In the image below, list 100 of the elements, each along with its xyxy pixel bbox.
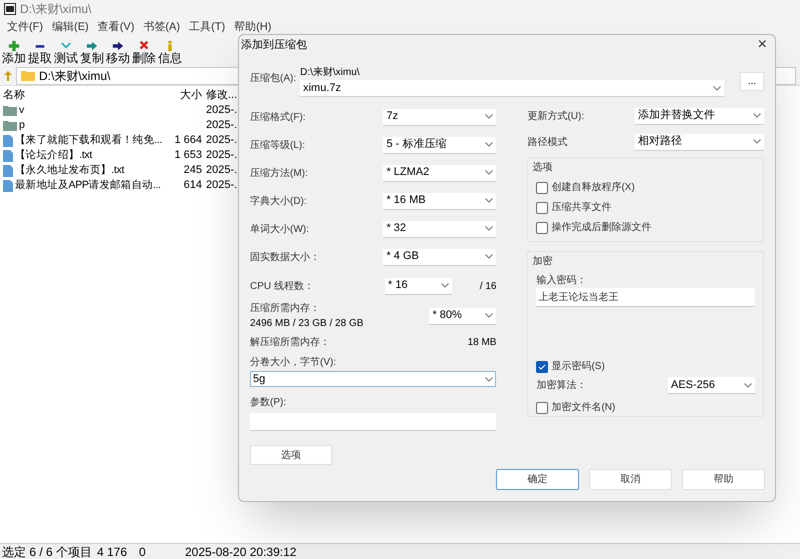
- dropdown[interactable]: * 4 GB: [383, 248, 496, 266]
- status-text: 2025-08-20 20:39:12: [185, 544, 296, 558]
- field-label: 加密: [532, 254, 554, 269]
- toolbar-button[interactable]: 测试: [54, 40, 78, 65]
- dialog-button[interactable]: 帮助: [682, 469, 765, 490]
- status-text: 选定 6 / 6 个项目: [2, 544, 92, 558]
- file-icon: [3, 134, 13, 146]
- field-label: 操作完成后删除源文件: [551, 220, 652, 235]
- menu-item[interactable]: 工具(T): [189, 21, 226, 33]
- chevron-down-icon: [485, 142, 494, 147]
- chevron-down-icon: [753, 139, 761, 144]
- status-text: 0: [139, 544, 146, 558]
- field-label: 解压缩所需内存：: [250, 336, 330, 350]
- checkbox[interactable]: [536, 402, 548, 414]
- toolbar-button[interactable]: 提取: [28, 40, 52, 65]
- chevron-down-icon: [485, 114, 494, 119]
- field-label: 显示密码(S): [551, 360, 605, 374]
- toolbar-button[interactable]: 删除: [132, 40, 156, 65]
- field-label: 压缩共享文件: [551, 200, 612, 215]
- toolbar-button[interactable]: 信息: [158, 40, 182, 65]
- menu-item[interactable]: 编辑(E): [52, 21, 89, 33]
- dropdown[interactable]: * 16: [385, 278, 452, 294]
- field-label: 加密算法：: [536, 378, 586, 393]
- checkbox[interactable]: [536, 182, 548, 194]
- check-icon: [538, 364, 546, 370]
- chevron-down-icon: [485, 226, 494, 231]
- file-size: 614: [184, 179, 202, 192]
- dialog-button[interactable]: 确定: [496, 469, 579, 490]
- menu-item[interactable]: 文件(F): [7, 21, 44, 33]
- dropdown[interactable]: 添加并替换文件: [635, 108, 764, 124]
- checkbox[interactable]: [536, 360, 548, 372]
- close-button[interactable]: ×: [758, 37, 767, 53]
- file-name[interactable]: 【论坛介绍】.txt: [15, 148, 92, 164]
- browse-button[interactable]: ...: [740, 72, 764, 91]
- menu-item[interactable]: 查看(V): [98, 21, 134, 33]
- checkbox[interactable]: [536, 202, 548, 214]
- dropdown[interactable]: 7z: [383, 108, 496, 126]
- dropdown[interactable]: 相对路径: [635, 134, 764, 150]
- modified-date: 2025-.: [206, 119, 238, 132]
- menu-item[interactable]: 书签(A): [143, 21, 180, 33]
- parameters-field[interactable]: [250, 413, 496, 431]
- toolbar-button[interactable]: 复制: [80, 40, 104, 65]
- file-name[interactable]: p: [19, 118, 25, 134]
- field-label: 压缩格式(F):: [250, 110, 306, 124]
- dropdown[interactable]: * LZMA2: [383, 164, 496, 182]
- thread-max: / 16: [478, 280, 496, 294]
- file-size: 1 664: [174, 134, 202, 146]
- field-label: 加密文件名(N): [551, 400, 616, 415]
- file-name[interactable]: 【永久地址发布页】.txt: [15, 162, 124, 178]
- folder-icon: [3, 105, 17, 116]
- chevron-down-icon: [441, 283, 449, 288]
- field-label: 更新方式(U):: [527, 110, 584, 124]
- field-label: 压缩所需内存：: [250, 302, 321, 316]
- chevron-down-icon: [744, 382, 752, 388]
- field-label: 字典大小(D):: [250, 194, 307, 208]
- dialog-button[interactable]: 取消: [589, 469, 672, 490]
- toolbar-button[interactable]: 添加: [2, 40, 26, 65]
- chevron-down-icon: [713, 86, 722, 90]
- field-label: 路径模式: [527, 136, 568, 150]
- file-icon: [3, 150, 13, 162]
- modified-date: 2025-.: [206, 164, 238, 176]
- file-icon: [3, 180, 13, 192]
- options-button[interactable]: 选项: [250, 445, 332, 465]
- app-icon: [4, 3, 16, 15]
- password-field[interactable]: 上老王论坛当老王: [536, 288, 755, 307]
- field-label: 压缩包(A):: [250, 72, 296, 86]
- checkbox[interactable]: [536, 222, 548, 234]
- column-header[interactable]: 名称: [3, 89, 25, 102]
- memory-value: 2496 MB / 23 GB / 28 GB: [250, 317, 364, 331]
- dialog-title: 添加到压缩包: [241, 38, 307, 53]
- folder-icon: [21, 70, 35, 81]
- folder-path: D:\来财\ximu\: [300, 66, 361, 80]
- volume-size-field[interactable]: 5g: [250, 371, 496, 387]
- column-header[interactable]: 修改...: [206, 89, 238, 102]
- arrow-right-icon: [112, 40, 124, 52]
- chevron-down-icon: [753, 113, 761, 118]
- dropdown[interactable]: * 80%: [429, 308, 496, 324]
- archive-name-field[interactable]: ximu.7z: [300, 80, 724, 97]
- dropdown[interactable]: * 32: [383, 220, 496, 238]
- chevron-down-icon: [485, 198, 494, 203]
- memory-value: 18 MB: [468, 336, 496, 350]
- window-title: D:\来财\ximu\: [20, 1, 92, 18]
- chevron-down-icon: [485, 376, 494, 382]
- file-name[interactable]: 最新地址及APP请发邮箱自动...: [15, 178, 161, 194]
- dropdown[interactable]: 5 - 标准压缩: [383, 136, 496, 154]
- modified-date: 2025-.: [206, 179, 238, 192]
- field-label: 压缩方法(M):: [250, 166, 308, 180]
- file-size: 1 653: [174, 149, 202, 162]
- field-label: 选项: [532, 160, 554, 175]
- dropdown[interactable]: * 16 MB: [383, 192, 496, 210]
- column-header[interactable]: 大小: [180, 89, 202, 102]
- file-name[interactable]: 【来了就能下载和观看！纯免...: [15, 132, 162, 148]
- file-name[interactable]: v: [19, 102, 24, 118]
- file-icon: [3, 164, 13, 176]
- plus-icon: [8, 40, 20, 52]
- toolbar-button[interactable]: 移动: [106, 40, 130, 65]
- field-label: 参数(P):: [250, 396, 286, 410]
- dropdown[interactable]: AES-256: [668, 377, 755, 394]
- menu-item[interactable]: 帮助(H): [234, 21, 272, 33]
- file-size: 245: [184, 164, 202, 176]
